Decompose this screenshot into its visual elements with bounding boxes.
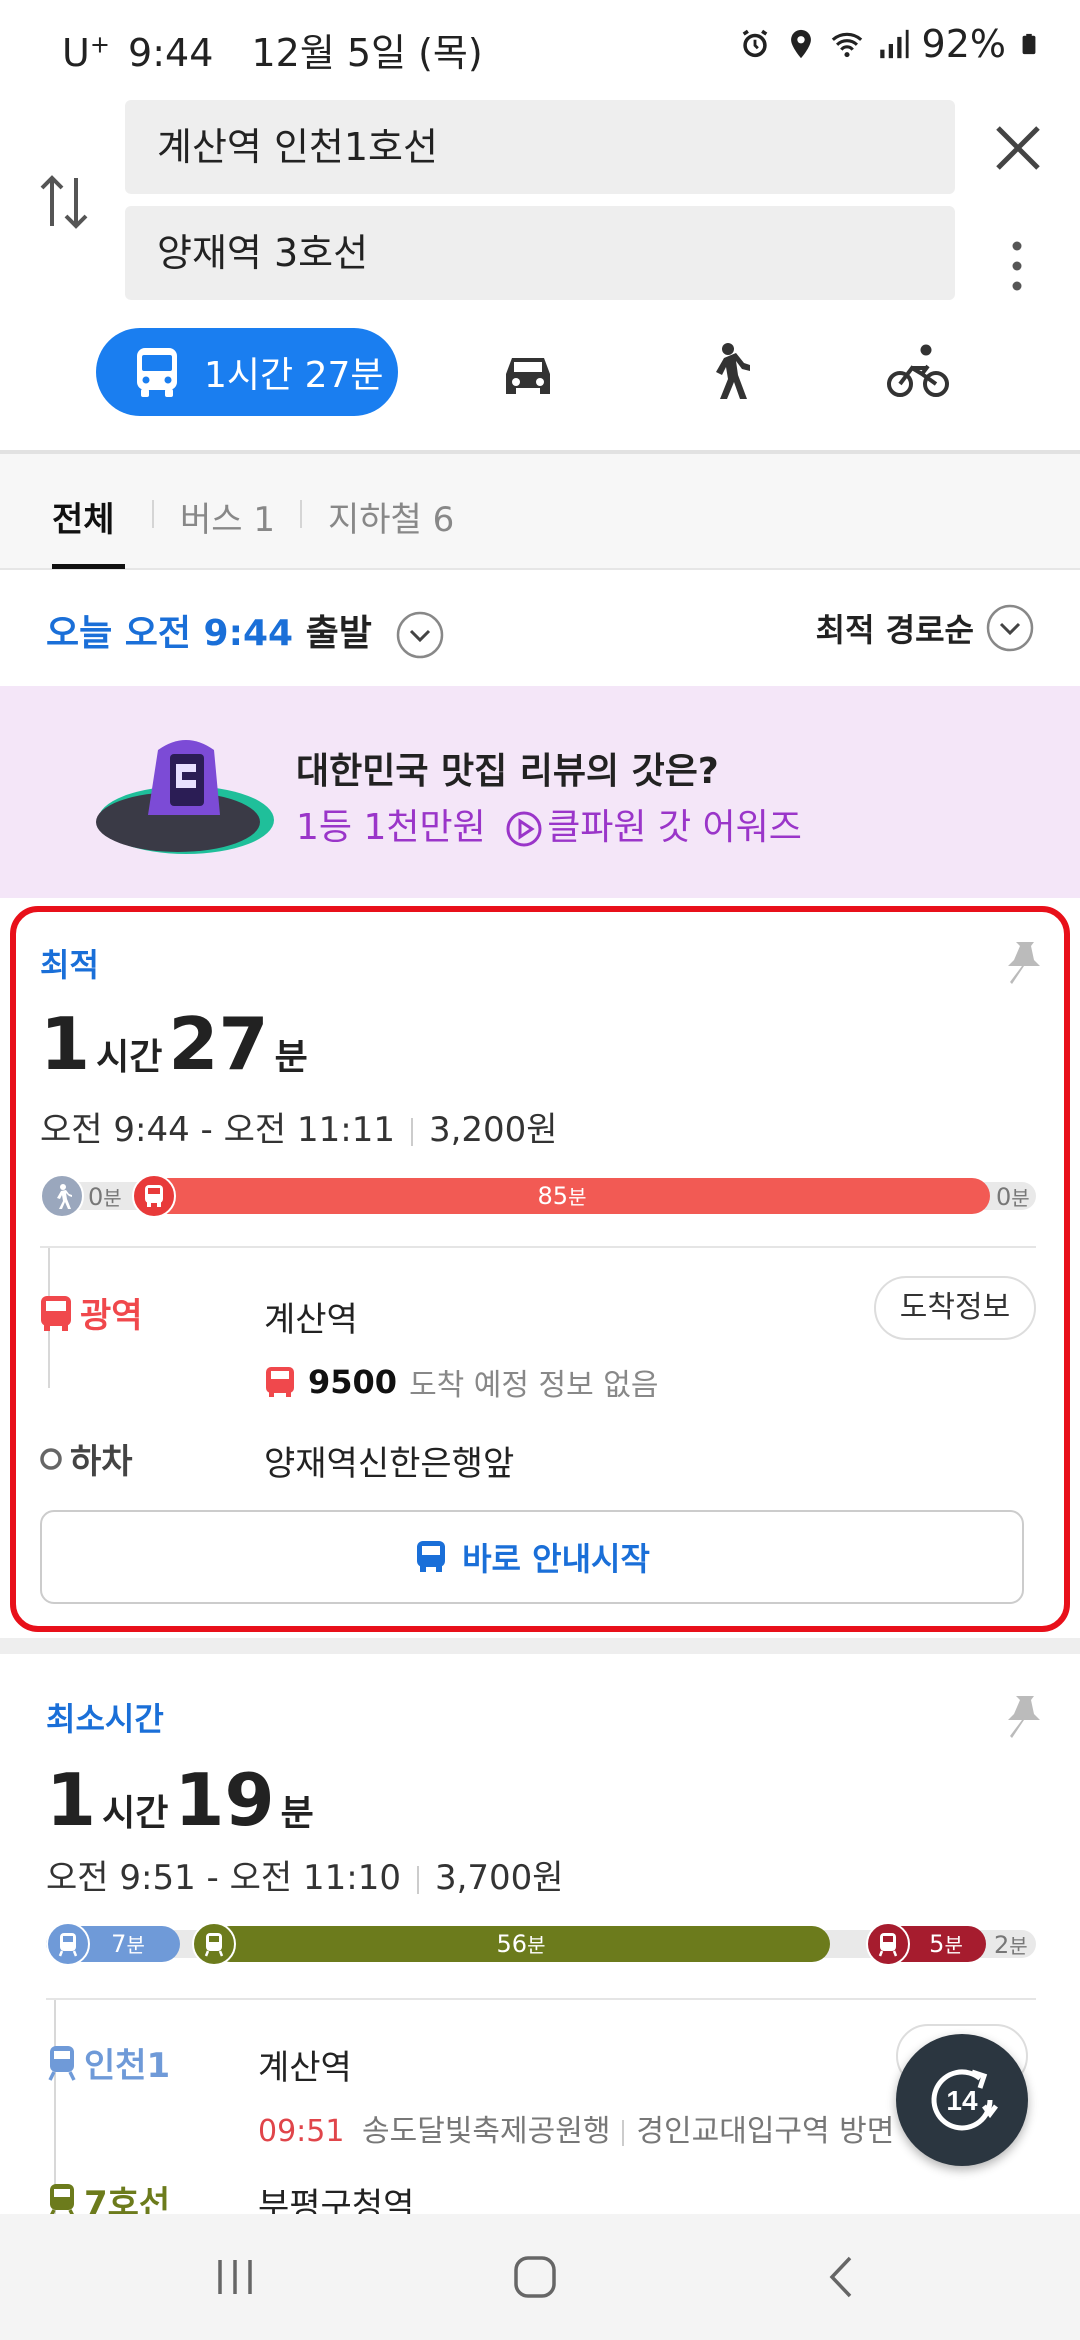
line1-departure-info: 09:51 송도달빛축제공원행 경인교대입구역 방면 [258,2106,894,2150]
ad-headline: 대한민국 맛집 리뷰의 갓은? [296,751,719,792]
swap-icon[interactable] [38,170,90,234]
route-time-range: 오전 9:51 - 오전 11:10 [46,1858,401,1898]
pin-icon[interactable] [1000,1692,1044,1742]
back-icon[interactable] [820,2254,866,2300]
bus-icon [417,1541,446,1572]
card-divider [46,1998,1036,2000]
line1-time: 09:51 [258,2114,345,2149]
status-left: U+ 9:44 12월 5일 (목) [62,22,483,77]
alarm-icon [742,29,767,58]
card-divider [40,1246,1036,1248]
segment-line7: 56분 [212,1926,830,1962]
line1-stop: 계산역 [258,2048,352,2088]
route-tag: 최소시간 [46,1700,164,1738]
tab-all[interactable]: 전체 [52,492,115,541]
chevron-down-icon [986,604,1034,652]
carrier-label: U+ [62,30,110,75]
route-card-best[interactable]: 최적 1 시간27 분 오전 9:44 - 오전 11:11 3,200원 0분 85… [10,906,1070,1632]
walk-icon[interactable] [694,340,758,404]
route-segment-bar: 7분 56분 5분 2분 [46,1922,1036,1966]
route-filter-tabs: 전체 버스 1 지하철 6 [0,454,1080,570]
route-fare: 3,700원 [434,1858,564,1898]
departure-suffix: 출발 [305,613,372,654]
home-icon[interactable] [512,2254,558,2300]
ad-subline-prize: 1등 1천만원 [296,807,486,848]
pin-icon[interactable] [1000,938,1044,988]
bike-icon[interactable] [886,340,950,404]
departure-time-selector[interactable]: 오늘 오전 9:44 출발 [46,604,444,659]
destination-field[interactable]: 양재역 3호선 [125,206,955,300]
signal-icon [879,29,909,59]
route-segment-bar: 0분 85분 0분 [40,1174,1036,1218]
battery-percent: 92% [921,22,1006,66]
alight-type: 하차 [38,1434,133,1483]
sort-selector[interactable]: 최적 경로순 [816,604,1034,652]
route-tag: 최적 [40,946,99,984]
bus-icon [132,1174,176,1218]
subway-icon [866,1922,910,1966]
status-right: 92% [738,22,1040,66]
ad-subline-event: 클파원 갓 어워즈 [547,807,802,848]
status-bar: U+ 9:44 12월 5일 (목) 92% [0,0,1080,95]
wifi-icon [831,32,862,58]
refresh-count: 14 [946,2085,978,2116]
refresh-timer-button[interactable]: 14 [896,2034,1028,2166]
ad-hat-illustration [96,740,274,854]
tab-separator [300,500,302,528]
bus-number: 9500 [308,1363,398,1401]
segment-bus: 85분 [134,1178,990,1214]
arrival-info-button[interactable]: 도착정보 [874,1276,1036,1340]
walk-icon [40,1174,84,1218]
recent-apps-icon[interactable] [212,2254,258,2300]
tab-separator [152,500,154,528]
board-stop: 계산역 [264,1300,358,1340]
close-icon[interactable] [990,120,1046,176]
bus-icon [137,348,177,397]
alight-stop: 양재역신한은행앞 [264,1444,515,1484]
battery-icon [1022,33,1036,55]
status-time: 9:44 [128,31,214,75]
board-type: 광역 [38,1288,143,1337]
route-duration: 1 시간19 분 [46,1758,314,1842]
subway-icon [48,2045,76,2081]
bus-icon [266,1367,294,1397]
chevron-down-icon [397,611,444,659]
departure-time: 오늘 오전 9:44 [46,613,294,654]
more-options-icon[interactable] [1000,238,1034,294]
line1-direction: 송도달빛축제공원행 [362,2114,611,2149]
route-time-fare: 오전 9:51 - 오전 11:10 3,700원 [46,1850,564,1899]
subway-icon [192,1922,236,1966]
segment-walk-end: 0분 [996,1183,1030,1211]
route-fare: 3,200원 [428,1110,558,1150]
bus-icon [41,1295,71,1331]
subway-icon [46,1922,90,1966]
route-duration: 1 시간27 분 [40,1002,308,1086]
car-icon[interactable] [496,340,560,404]
system-nav-bar [0,2214,1080,2340]
location-icon [790,29,811,59]
ad-subline: 1등 1천만원 클파원 갓 어워즈 [296,798,802,850]
start-navigation-button[interactable]: 바로 안내시작 [40,1510,1024,1604]
route-time-range: 오전 9:44 - 오전 11:11 [40,1110,395,1150]
bus-line-info: 9500 도착 예정 정보 없음 [264,1360,658,1404]
mode-transit-label: 1시간 27분 [204,355,384,396]
line1-type: 인천1 [46,2038,170,2087]
ad-banner[interactable]: 대한민국 맛집 리뷰의 갓은? 1등 1천만원 클파원 갓 어워즈 [0,686,1080,898]
play-circle-icon [506,811,542,847]
circle-icon [40,1447,62,1470]
tab-subway[interactable]: 지하철 6 [328,492,454,541]
segment-walk-end: 2분 [994,1931,1028,1959]
card-separator [0,1638,1080,1654]
sort-label: 최적 경로순 [815,611,974,649]
route-time-fare: 오전 9:44 - 오전 11:11 3,200원 [40,1102,558,1151]
origin-field[interactable]: 계산역 인천1호선 [125,100,955,194]
status-date: 12월 5일 (목) [251,31,483,75]
segment-walk-start: 0분 [88,1183,122,1211]
mode-transit-button[interactable]: 1시간 27분 [96,328,398,416]
bus-arrival-msg: 도착 예정 정보 없음 [409,1368,659,1403]
tab-bus[interactable]: 버스 1 [180,492,275,541]
line1-towards: 경인교대입구역 방면 [636,2114,895,2149]
tab-active-indicator [52,564,125,569]
refresh-icon: 14 [931,2069,998,2131]
